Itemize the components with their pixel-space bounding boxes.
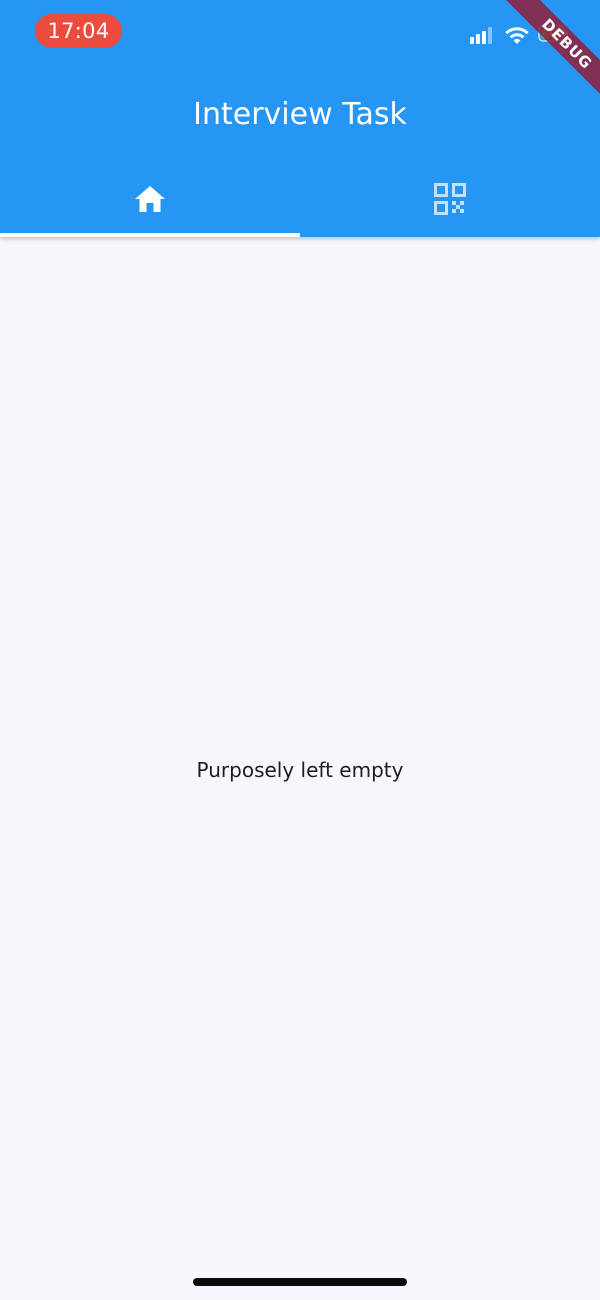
- tab-qr-code[interactable]: [300, 160, 600, 237]
- app-bar: 17:04 DEBUG Interview Task: [0, 0, 600, 237]
- status-time: 17:04: [35, 14, 122, 48]
- page-title: Interview Task: [193, 97, 407, 132]
- wifi-icon: [505, 27, 529, 44]
- main-content: Purposely left empty: [0, 237, 600, 1300]
- tab-bar: [0, 160, 600, 237]
- qr-code-icon: [434, 182, 466, 215]
- home-indicator[interactable]: [193, 1278, 407, 1286]
- home-icon: [135, 185, 165, 212]
- status-bar: 17:04: [0, 0, 600, 64]
- empty-state-message: Purposely left empty: [196, 758, 404, 782]
- cellular-signal-icon: [470, 27, 492, 44]
- tab-home[interactable]: [0, 160, 300, 237]
- battery-charging-icon: [538, 25, 568, 42]
